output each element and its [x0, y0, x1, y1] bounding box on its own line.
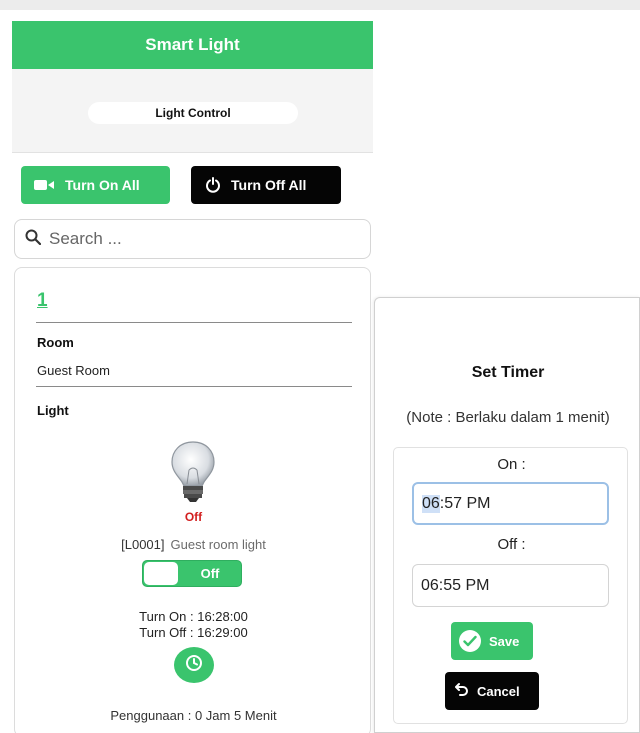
on-time-hour: 06: [422, 494, 440, 513]
smart-light-app: Smart Light Light Control Turn On All Tu…: [12, 21, 373, 733]
cancel-button[interactable]: Cancel: [445, 672, 539, 710]
search-input[interactable]: [49, 229, 349, 249]
usage-text: Penggunaan : 0 Jam 5 Menit: [110, 708, 277, 723]
room-value: Guest Room: [37, 363, 110, 378]
save-label: Save: [489, 633, 520, 649]
video-camera-icon: [33, 174, 55, 196]
divider: [36, 386, 352, 387]
on-time-label: On :: [497, 456, 526, 473]
app-header: Smart Light: [12, 21, 373, 69]
light-card: 1 Room Guest Room Light Off [L0001] Gues…: [14, 267, 371, 733]
set-timer-modal: Set Timer (Note : Berlaku dalam 1 menit)…: [374, 297, 640, 733]
light-status: Off: [184, 510, 203, 524]
card-number-link[interactable]: 1: [37, 290, 48, 312]
off-time-value: 06:55 PM: [421, 576, 490, 594]
off-time-input[interactable]: 06:55 PM: [412, 564, 609, 607]
save-button[interactable]: Save: [451, 622, 533, 660]
on-time-input[interactable]: 06:57 PM: [412, 482, 609, 525]
room-label: Room: [37, 335, 74, 350]
search-icon: [25, 229, 42, 250]
turn-off-all-button[interactable]: Turn Off All: [191, 166, 341, 204]
search-box[interactable]: [14, 219, 371, 259]
turn-off-time: Turn Off : 16:29:00: [139, 625, 248, 640]
light-identity: [L0001] Guest room light: [15, 537, 372, 552]
power-icon: [205, 177, 221, 193]
off-time-label: Off :: [497, 536, 526, 553]
top-strip: [0, 0, 640, 10]
turn-off-all-label: Turn Off All: [231, 177, 307, 193]
on-time-rest: :57 PM: [439, 494, 491, 512]
toggle-knob: [144, 562, 178, 585]
modal-note: (Note : Berlaku dalam 1 menit): [406, 409, 610, 426]
clock-icon: [185, 654, 203, 677]
section-bar: Light Control: [12, 69, 373, 153]
undo-arrow-icon: [455, 682, 469, 701]
toggle-label: Off: [200, 566, 220, 581]
light-bulb-icon: [168, 440, 218, 504]
cancel-label: Cancel: [477, 683, 520, 699]
app-title: Smart Light: [145, 35, 240, 54]
section-pill: Light Control: [88, 102, 298, 124]
modal-title: Set Timer: [471, 364, 545, 381]
check-circle-icon: [459, 630, 481, 652]
turn-on-all-button[interactable]: Turn On All: [21, 166, 170, 204]
light-id: [L0001]: [121, 537, 165, 552]
turn-on-all-label: Turn On All: [65, 177, 140, 193]
section-label: Light Control: [155, 106, 231, 120]
set-timer-button[interactable]: [174, 647, 214, 683]
light-name: Guest room light: [170, 537, 266, 552]
divider: [36, 322, 352, 323]
turn-on-time: Turn On : 16:28:00: [139, 609, 248, 624]
light-label: Light: [37, 403, 69, 418]
light-toggle-switch[interactable]: Off: [142, 560, 242, 587]
